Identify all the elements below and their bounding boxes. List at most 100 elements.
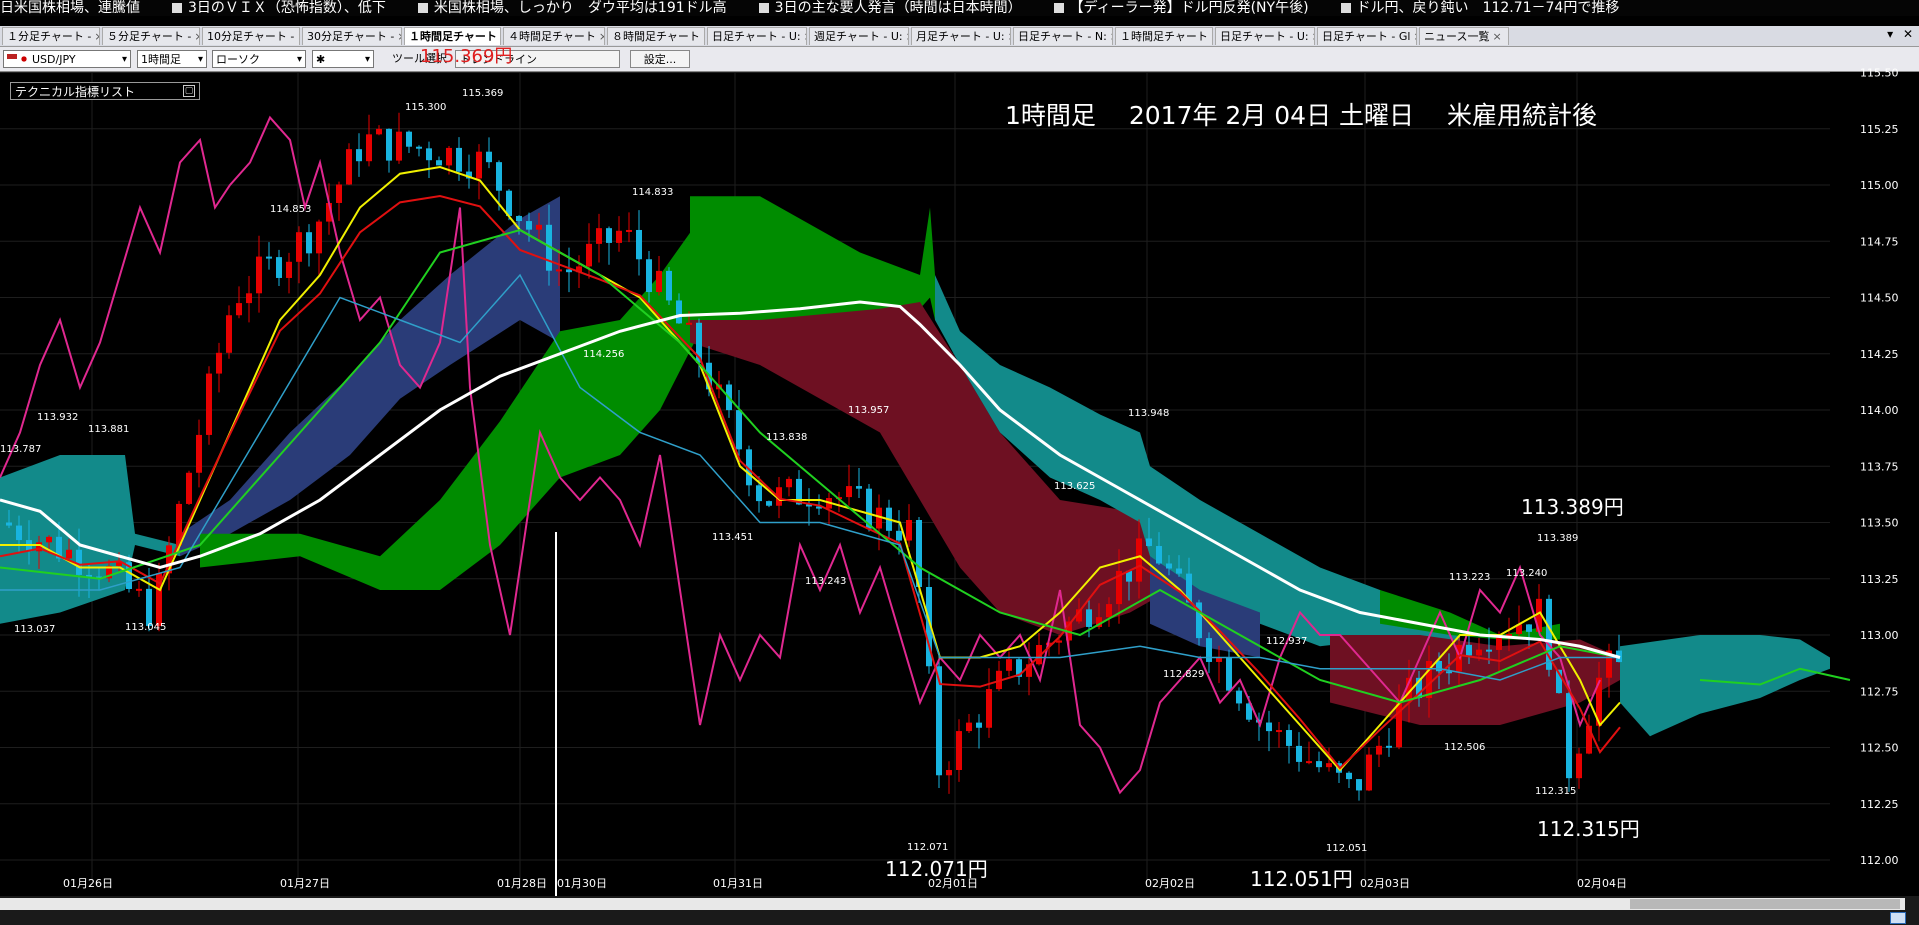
tab-0[interactable]: １分足チャート -×	[2, 27, 100, 45]
window-controls[interactable]: ▾ ✕	[1881, 27, 1913, 41]
timeframe-value: 1時間足	[141, 53, 181, 66]
tab-close-icon[interactable]: ×	[1312, 30, 1314, 43]
tab-close-icon[interactable]: ×	[297, 30, 299, 43]
candle-body	[846, 486, 852, 498]
marker-select[interactable]: ✱	[312, 50, 374, 69]
candle-body	[1316, 761, 1322, 768]
ticker-item[interactable]: 米国株相場、しっかり ダウ平均は191ドル高	[410, 0, 727, 16]
candle-body	[986, 689, 992, 728]
price-label: 113.957	[848, 405, 889, 416]
big-price-label: 112.315円	[1537, 817, 1640, 841]
tab-close-icon[interactable]: ×	[1008, 30, 1010, 43]
news-icon	[417, 3, 428, 13]
tab-11[interactable]: １時間足チャート×	[1115, 27, 1213, 45]
big-price-label: 113.389円	[1521, 495, 1624, 519]
tab-label: １時間足チャート	[409, 30, 497, 43]
ticker-text: 米国株相場、しっかり ダウ平均は191ドル高	[433, 0, 727, 16]
candle-body	[906, 519, 912, 541]
tab-close-icon[interactable]: ×	[906, 30, 908, 43]
tab-4[interactable]: １時間足チャート×	[404, 27, 501, 45]
candle-body	[1176, 568, 1182, 574]
candle-body	[1436, 660, 1442, 672]
tab-close-icon[interactable]: ×	[703, 30, 704, 43]
x-axis-tick: 01月30日	[557, 877, 607, 890]
y-axis-tick: 114.50	[1860, 292, 1899, 305]
tab-close-icon[interactable]: ×	[397, 30, 401, 43]
tab-8[interactable]: 週足チャート - U:×	[809, 27, 909, 45]
tab-9[interactable]: 月足チャート - U:×	[911, 27, 1011, 45]
candle-body	[1206, 638, 1212, 662]
candle-body	[586, 243, 592, 267]
candlestick-chart[interactable]: 113.787 113.932 113.881 113.037 113.045 114.8…	[0, 46, 1919, 925]
tab-label: ８時間足チャート	[612, 30, 700, 43]
ticker-item[interactable]: 日米国株相場、連騰値	[0, 0, 140, 16]
tab-close-icon[interactable]: ×	[1492, 30, 1501, 43]
price-label: 113.045	[125, 622, 166, 633]
tab-6[interactable]: ８時間足チャート×	[607, 27, 705, 45]
tab-close-icon[interactable]: ×	[1211, 30, 1212, 43]
tab-14[interactable]: ニュース一覧 ×	[1419, 27, 1509, 45]
scrollbar-thumb[interactable]	[1630, 899, 1900, 909]
x-axis-tick: 01月28日	[497, 877, 547, 890]
candle-body	[596, 228, 602, 244]
tab-label: 週足チャート - U:	[814, 30, 903, 43]
tab-close-icon[interactable]: ×	[1413, 30, 1416, 43]
price-label: 113.948	[1128, 408, 1169, 419]
tab-close-icon[interactable]: ×	[194, 30, 199, 43]
chart-type-select[interactable]: ローソク	[212, 50, 306, 69]
tab-3[interactable]: 30分足チャート -×	[302, 27, 402, 45]
candle-body	[1386, 745, 1392, 748]
ticker-item[interactable]: ドル円、戻り鈍い 112.71－74円で推移	[1333, 0, 1619, 16]
tab-close-icon[interactable]: ×	[94, 30, 99, 43]
tab-2[interactable]: 10分足チャート -×	[202, 27, 300, 45]
candle-body	[626, 229, 632, 232]
candle-body	[736, 410, 742, 450]
technical-indicator-list[interactable]: テクニカル指標リスト ▢	[10, 82, 200, 100]
tab-1[interactable]: ５分足チャート -×	[102, 27, 200, 45]
collapse-icon[interactable]: ▢	[183, 85, 195, 97]
y-axis-tick: 115.00	[1860, 179, 1899, 192]
candle-body	[1526, 624, 1532, 632]
tab-close-icon[interactable]: ×	[599, 30, 604, 43]
candle-body	[196, 434, 202, 473]
tab-5[interactable]: ４時間足チャート×	[503, 27, 605, 45]
news-icon	[172, 3, 182, 13]
tab-13[interactable]: 日足チャート - Gl×	[1317, 27, 1417, 45]
chart-tab-bar: １分足チャート -×５分足チャート -×10分足チャート -×30分足チャート …	[0, 26, 1919, 47]
news-ticker[interactable]: 日米国株相場、連騰値 3日のＶＩＸ（恐怖指数）、低下 米国株相場、しっかり ダウ平均…	[0, 0, 1919, 16]
price-label: 112.506	[1444, 742, 1485, 753]
tab-close-icon[interactable]: ×	[1110, 30, 1112, 43]
x-axis-tick: 02月02日	[1145, 877, 1195, 890]
candle-body	[206, 373, 212, 435]
symbol-value: USD/JPY	[32, 53, 76, 66]
x-axis-tick: 02月01日	[928, 877, 978, 890]
symbol-select[interactable]: USD/JPY	[3, 50, 131, 69]
timeframe-select[interactable]: 1時間足	[137, 50, 207, 69]
candle-body	[346, 149, 352, 185]
tab-close-icon[interactable]: ×	[804, 30, 806, 43]
candle-body	[556, 269, 562, 272]
tab-list-icon[interactable]: ▾	[1887, 27, 1893, 41]
candle-body	[506, 190, 512, 216]
candle-body	[1266, 722, 1272, 732]
candle-body	[216, 352, 222, 374]
candle-body	[1476, 649, 1482, 656]
red-annotation: 115.369円	[420, 46, 512, 67]
tab-7[interactable]: 日足チャート - U:×	[707, 27, 807, 45]
candle-body	[366, 134, 372, 162]
settings-button[interactable]: 設定...	[630, 50, 690, 68]
window-resize-icon[interactable]	[1890, 912, 1906, 924]
y-axis-tick: 115.50	[1860, 67, 1899, 80]
tab-12[interactable]: 日足チャート - U:×	[1215, 27, 1315, 45]
ticker-item[interactable]: 3日の主な要人発言（時間は日本時間）	[751, 0, 1022, 16]
jp-flag-icon	[19, 54, 29, 64]
horizontal-scrollbar[interactable]	[0, 898, 1905, 910]
ticker-item[interactable]: 【ディーラー発】ドル円反発(NY午後)	[1046, 0, 1309, 16]
candle-body	[956, 731, 962, 771]
chart-type-value: ローソク	[216, 53, 260, 66]
tab-10[interactable]: 日足チャート - N:×	[1013, 27, 1113, 45]
ticker-item[interactable]: 3日のＶＩＸ（恐怖指数）、低下	[164, 0, 386, 16]
close-icon[interactable]: ✕	[1903, 27, 1913, 41]
candle-body	[1366, 754, 1372, 791]
tab-close-icon[interactable]: ×	[500, 30, 501, 43]
